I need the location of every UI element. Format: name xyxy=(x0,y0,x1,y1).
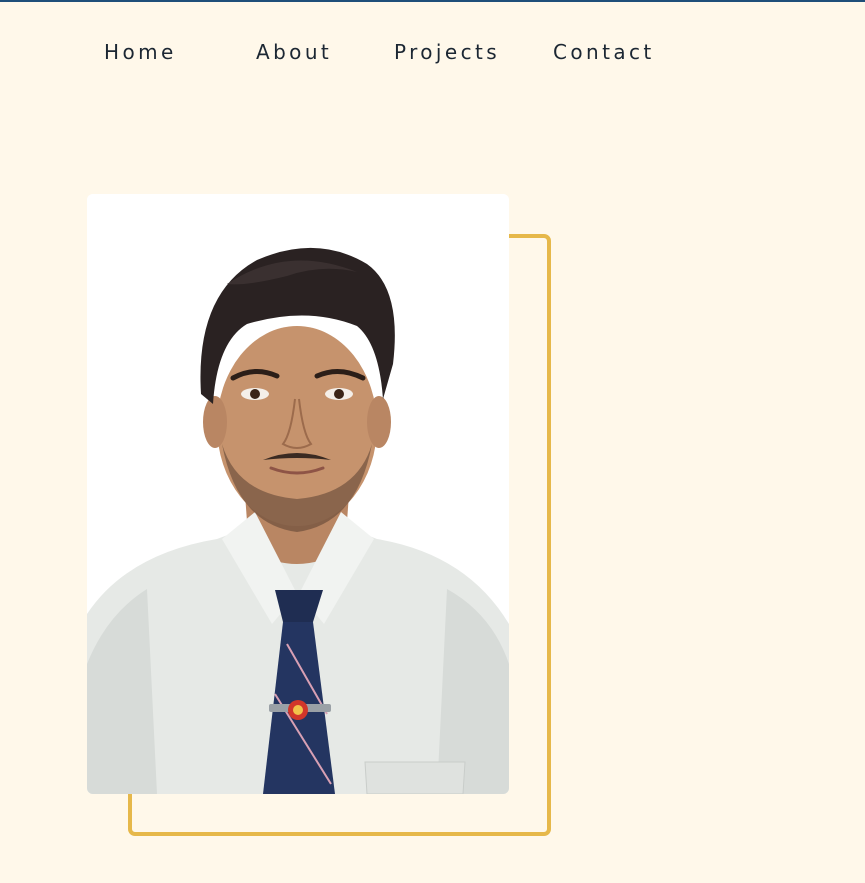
profile-photo xyxy=(87,194,509,794)
nav-link-contact[interactable]: Contact xyxy=(553,38,655,66)
nav-link-projects[interactable]: Projects xyxy=(394,38,500,66)
top-border-line xyxy=(0,0,865,2)
nav-link-about[interactable]: About xyxy=(256,38,332,66)
portrait-image xyxy=(87,194,509,794)
main-navigation: Home About Projects Contact xyxy=(0,38,865,68)
nav-link-home[interactable]: Home xyxy=(104,38,177,66)
